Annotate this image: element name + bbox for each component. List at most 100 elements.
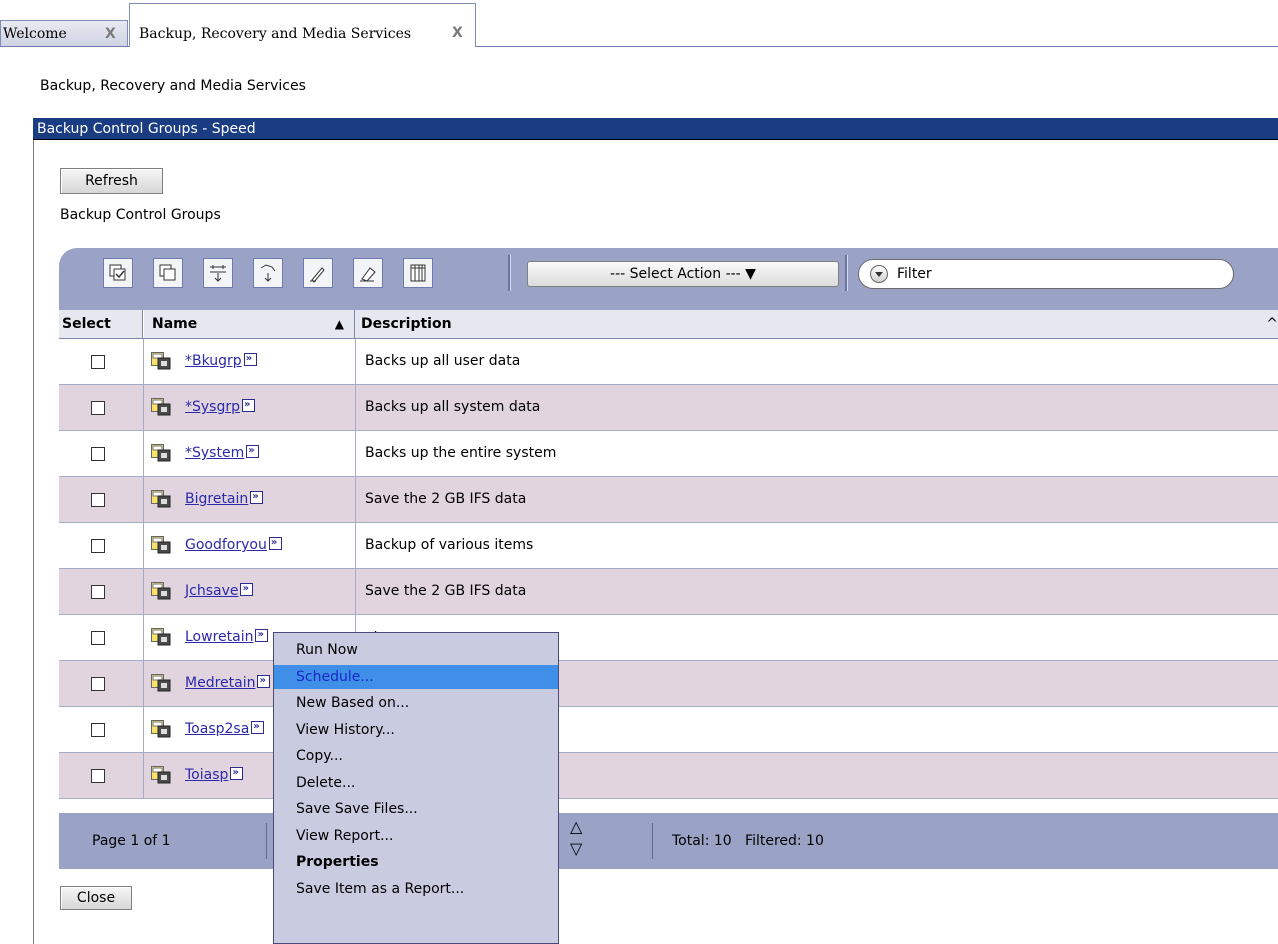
deselect-all-icon[interactable] <box>153 258 183 288</box>
description-cell: Backup of various items <box>365 537 534 553</box>
page-up-icon[interactable]: △ <box>570 818 582 836</box>
row-checkbox[interactable] <box>91 723 105 737</box>
sort-ascending-icon[interactable]: ▲ <box>335 310 344 338</box>
page-down-icon[interactable]: ▽ <box>570 840 582 858</box>
scroll-up-icon[interactable]: ^ <box>1266 310 1278 338</box>
columns-icon[interactable] <box>403 258 433 288</box>
context-menu-icon[interactable] <box>251 717 265 737</box>
table-row[interactable]: Lowretainata <box>59 615 1278 661</box>
panel-title: Backup Control Groups - Speed <box>33 118 1278 140</box>
backup-group-icon <box>151 720 171 738</box>
table-row[interactable]: Goodforyou Backup of various items <box>59 523 1278 569</box>
total-count: Total: 10 Filtered: 10 <box>672 833 824 849</box>
context-menu-icon[interactable] <box>242 395 255 415</box>
menu-item-properties[interactable]: Properties <box>274 850 558 874</box>
row-checkbox[interactable] <box>91 493 105 507</box>
row-checkbox[interactable] <box>91 355 105 369</box>
refresh-button[interactable]: Refresh <box>60 168 163 194</box>
tab-backup-recovery-label: Backup, Recovery and Media Services <box>139 26 412 42</box>
expand-icon[interactable] <box>203 258 233 288</box>
row-checkbox[interactable] <box>91 401 105 415</box>
select-cell <box>59 615 144 660</box>
select-cell <box>59 707 144 752</box>
row-checkbox[interactable] <box>91 769 105 783</box>
menu-item-schedule[interactable]: Schedule... <box>274 664 558 689</box>
table-row[interactable]: Bigretain Save the 2 GB IFS data <box>59 477 1278 523</box>
context-menu-icon[interactable] <box>230 763 244 783</box>
column-header-description[interactable]: Description ^ <box>355 310 1278 338</box>
select-cell <box>59 385 144 430</box>
backup-group-icon <box>151 628 171 646</box>
select-cell <box>59 661 144 706</box>
column-header-name[interactable]: Name ▲ <box>143 310 355 338</box>
table-row[interactable]: *Sysgrp Backs up all system data <box>59 385 1278 431</box>
edit-sort-icon[interactable] <box>303 258 333 288</box>
close-button[interactable]: Close <box>60 886 132 910</box>
group-name-link[interactable]: Medretain <box>185 671 271 693</box>
group-name-link[interactable]: *System <box>185 441 260 463</box>
description-cell: Save the 2 GB IFS data <box>365 583 527 599</box>
select-cell <box>59 431 144 476</box>
table-row[interactable]: Toiaspata <box>59 753 1278 799</box>
select-cell <box>59 339 144 384</box>
tab-backup-recovery[interactable]: Backup, Recovery and Media Services X <box>129 3 476 47</box>
table-row[interactable]: *Bkugrp Backs up all user data <box>59 339 1278 385</box>
menu-item-new-based-on[interactable]: New Based on... <box>274 691 558 715</box>
select-all-icon[interactable] <box>103 258 133 288</box>
footer-separator <box>266 823 267 859</box>
group-name-link[interactable]: *Sysgrp <box>185 395 255 417</box>
page-title: Backup, Recovery and Media Services <box>40 78 306 94</box>
select-cell <box>59 477 144 522</box>
filter-dropdown-icon[interactable] <box>870 265 888 283</box>
row-checkbox[interactable] <box>91 677 105 691</box>
table-row[interactable]: Medretainata <box>59 661 1278 707</box>
context-menu-icon[interactable] <box>250 487 264 507</box>
group-name-link[interactable]: *Bkugrp <box>185 349 257 371</box>
group-name-link[interactable]: Jchsave <box>185 579 254 601</box>
row-checkbox[interactable] <box>91 539 105 553</box>
collapse-icon[interactable] <box>253 258 283 288</box>
backup-group-icon <box>151 352 171 370</box>
close-icon[interactable]: X <box>452 24 463 42</box>
clear-sort-icon[interactable] <box>353 258 383 288</box>
close-icon[interactable]: X <box>105 25 116 43</box>
page-indicator: Page 1 of 1 <box>92 833 171 849</box>
table-row[interactable]: Jchsave Save the 2 GB IFS data <box>59 569 1278 615</box>
tab-welcome-label: Welcome <box>3 26 67 42</box>
context-menu-icon[interactable] <box>246 441 260 461</box>
table-row[interactable]: Toasp2saata <box>59 707 1278 753</box>
name-cell: Bigretain <box>143 477 356 522</box>
description-cell: Save the 2 GB IFS data <box>365 491 527 507</box>
row-checkbox[interactable] <box>91 585 105 599</box>
footer-separator <box>652 823 653 859</box>
backup-group-icon <box>151 674 171 692</box>
context-menu-icon[interactable] <box>243 349 257 369</box>
group-name-link[interactable]: Bigretain <box>185 487 264 509</box>
backup-group-icon <box>151 398 171 416</box>
menu-item-copy[interactable]: Copy... <box>274 744 558 768</box>
filter-input[interactable]: Filter <box>858 259 1234 289</box>
group-name-link[interactable]: Toiasp <box>185 763 244 785</box>
row-checkbox[interactable] <box>91 631 105 645</box>
tab-welcome[interactable]: Welcome X <box>0 20 128 46</box>
context-menu-icon[interactable] <box>257 671 271 691</box>
select-action-dropdown[interactable]: --- Select Action --- ▼ <box>527 261 839 287</box>
column-header-select[interactable]: Select <box>59 310 143 338</box>
group-name-link[interactable]: Lowretain <box>185 625 269 647</box>
context-menu-icon[interactable] <box>255 625 269 645</box>
menu-item-run-now[interactable]: Run Now <box>274 638 558 662</box>
menu-item-delete[interactable]: Delete... <box>274 771 558 795</box>
table-row[interactable]: *System Backs up the entire system <box>59 431 1278 477</box>
select-cell <box>59 569 144 614</box>
context-menu-icon[interactable] <box>240 579 254 599</box>
column-name-label: Name <box>152 316 198 332</box>
group-name-link[interactable]: Toasp2sa <box>185 717 265 739</box>
menu-item-save-item-as-a-report[interactable]: Save Item as a Report... <box>274 877 558 901</box>
row-checkbox[interactable] <box>91 447 105 461</box>
menu-item-save-save-files[interactable]: Save Save Files... <box>274 797 558 821</box>
group-name-link[interactable]: Goodforyou <box>185 533 282 555</box>
menu-item-view-history[interactable]: View History... <box>274 718 558 742</box>
name-cell: *Sysgrp <box>143 385 356 430</box>
context-menu-icon[interactable] <box>268 533 282 553</box>
menu-item-view-report[interactable]: View Report... <box>274 824 558 848</box>
